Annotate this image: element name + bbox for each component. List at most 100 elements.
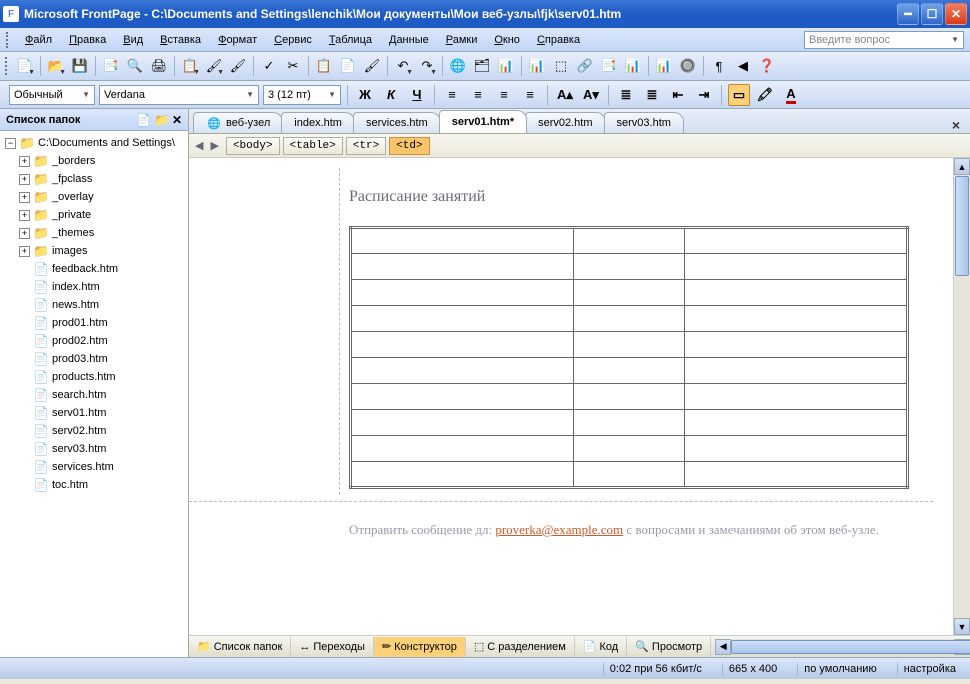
tree-file-products-htm[interactable]: 📄products.htm xyxy=(2,368,186,386)
tree-file-index-htm[interactable]: 📄index.htm xyxy=(2,278,186,296)
toolbar-button-28[interactable]: ❓ xyxy=(756,55,778,77)
toolbar-button-1[interactable]: 📂▼ xyxy=(45,55,67,77)
tree-file-search-htm[interactable]: 📄search.htm xyxy=(2,386,186,404)
menu-справка[interactable]: Справка xyxy=(530,31,587,49)
toolbar-button-27[interactable]: ◀ xyxy=(732,55,754,77)
table-cell[interactable] xyxy=(351,332,574,358)
scroll-left-icon[interactable]: ◀ xyxy=(715,639,731,655)
table-cell[interactable] xyxy=(351,410,574,436)
table-row[interactable] xyxy=(351,280,908,306)
toolbar-button-9[interactable]: ✓ xyxy=(258,55,280,77)
table-cell[interactable] xyxy=(351,384,574,410)
style-combo[interactable]: Обычный▼ xyxy=(9,85,95,105)
scroll-thumb[interactable] xyxy=(955,176,969,276)
scroll-down-icon[interactable]: ▼ xyxy=(954,618,970,635)
toolbar-button-12[interactable]: 📄 xyxy=(337,55,359,77)
table-cell[interactable] xyxy=(573,228,684,254)
table-row[interactable] xyxy=(351,254,908,280)
menu-правка[interactable]: Правка xyxy=(62,31,113,49)
toolbar-handle[interactable] xyxy=(6,32,11,48)
table-row[interactable] xyxy=(351,436,908,462)
doc-tab-serv01htm[interactable]: serv01.htm* xyxy=(439,110,527,133)
menu-окно[interactable]: Окно xyxy=(487,31,527,49)
align-right-button[interactable]: ≡ xyxy=(493,84,515,106)
highlight-button[interactable]: 🖍 xyxy=(754,84,776,106)
expander-icon[interactable]: − xyxy=(5,138,16,149)
doc-tab-веб-узел[interactable]: 🌐веб-узел xyxy=(193,112,283,133)
tree-folder-_borders[interactable]: +📁_borders xyxy=(2,152,186,170)
toolbar-button-2[interactable]: 💾 xyxy=(69,55,91,77)
toolbar-handle[interactable] xyxy=(5,57,9,75)
close-tab-icon[interactable]: × xyxy=(946,117,966,133)
new-folder-icon[interactable]: 📁 xyxy=(154,113,169,127)
toolbar-button-13[interactable]: 🖌 xyxy=(361,55,383,77)
table-row[interactable] xyxy=(351,358,908,384)
view-tab-Переходы[interactable]: ↔Переходы xyxy=(291,637,374,657)
table-cell[interactable] xyxy=(685,280,908,306)
decrease-indent-button[interactable]: ⇤ xyxy=(667,84,689,106)
toolbar-button-17[interactable]: 🗂 xyxy=(471,55,493,77)
expander-icon[interactable]: + xyxy=(19,246,30,257)
view-tab-Просмотр[interactable]: 🔍Просмотр xyxy=(627,637,711,657)
expander-icon[interactable]: + xyxy=(19,210,30,221)
table-cell[interactable] xyxy=(351,254,574,280)
toolbar-button-5[interactable]: 🖨 xyxy=(148,55,170,77)
tree-file-prod01-htm[interactable]: 📄prod01.htm xyxy=(2,314,186,332)
table-cell[interactable] xyxy=(573,306,684,332)
breadcrumb-next-icon[interactable]: ▶ xyxy=(210,139,218,152)
breadcrumb-table[interactable]: <table> xyxy=(283,137,343,155)
table-cell[interactable] xyxy=(573,254,684,280)
tree-folder-images[interactable]: +📁images xyxy=(2,242,186,260)
toolbar-button-19[interactable]: 📊 xyxy=(526,55,548,77)
toolbar-button-7[interactable]: 🖌▼ xyxy=(203,55,225,77)
toolbar-button-18[interactable]: 📊 xyxy=(495,55,517,77)
bold-button[interactable]: Ж xyxy=(354,84,376,106)
toolbar-button-10[interactable]: ✂ xyxy=(282,55,304,77)
increase-font-button[interactable]: A▴ xyxy=(554,84,576,106)
table-cell[interactable] xyxy=(351,462,574,488)
toolbar-button-8[interactable]: 🖌 xyxy=(227,55,249,77)
scroll-up-icon[interactable]: ▲ xyxy=(954,158,970,175)
email-link[interactable]: proverka@example.com xyxy=(495,522,623,537)
table-cell[interactable] xyxy=(685,306,908,332)
numbered-list-button[interactable]: ≣ xyxy=(615,84,637,106)
tree-file-toc-htm[interactable]: 📄toc.htm xyxy=(2,476,186,494)
breadcrumb-td[interactable]: <td> xyxy=(389,137,429,155)
table-cell[interactable] xyxy=(685,358,908,384)
tree-folder-_overlay[interactable]: +📁_overlay xyxy=(2,188,186,206)
expander-icon[interactable]: + xyxy=(19,192,30,203)
toolbar-button-16[interactable]: 🌐 xyxy=(447,55,469,77)
table-cell[interactable] xyxy=(351,280,574,306)
breadcrumb-tr[interactable]: <tr> xyxy=(346,137,386,155)
table-cell[interactable] xyxy=(685,436,908,462)
table-row[interactable] xyxy=(351,410,908,436)
table-cell[interactable] xyxy=(573,280,684,306)
tree-folder-_private[interactable]: +📁_private xyxy=(2,206,186,224)
toolbar-button-4[interactable]: 🔍 xyxy=(124,55,146,77)
table-cell[interactable] xyxy=(351,436,574,462)
expander-icon[interactable]: + xyxy=(19,228,30,239)
breadcrumb-prev-icon[interactable]: ◀ xyxy=(195,139,203,152)
new-page-icon[interactable]: 📄 xyxy=(136,113,151,127)
font-size-combo[interactable]: 3 (12 пт)▼ xyxy=(263,85,341,105)
vertical-scrollbar[interactable]: ▲ ▼ xyxy=(953,158,970,635)
menu-таблица[interactable]: Таблица xyxy=(322,31,379,49)
justify-button[interactable]: ≡ xyxy=(519,84,541,106)
table-row[interactable] xyxy=(351,306,908,332)
breadcrumb-body[interactable]: <body> xyxy=(226,137,280,155)
minimize-button[interactable]: ━ xyxy=(897,3,919,25)
toolbar-button-15[interactable]: ↷▼ xyxy=(416,55,438,77)
table-cell[interactable] xyxy=(573,462,684,488)
tree-file-services-htm[interactable]: 📄services.htm xyxy=(2,458,186,476)
tree-file-feedback-htm[interactable]: 📄feedback.htm xyxy=(2,260,186,278)
view-tab-Код[interactable]: 📄Код xyxy=(575,637,627,657)
editor-canvas[interactable]: Расписание занятий Отправить сообщение д… xyxy=(189,158,953,635)
table-row[interactable] xyxy=(351,228,908,254)
tree-folder-_fpclass[interactable]: +📁_fpclass xyxy=(2,170,186,188)
schedule-table[interactable] xyxy=(349,226,909,489)
folder-tree[interactable]: −📁C:\Documents and Settings\+📁_borders+📁… xyxy=(0,131,188,657)
table-cell[interactable] xyxy=(573,332,684,358)
toolbar-button-20[interactable]: ⬚ xyxy=(550,55,572,77)
tree-file-serv02-htm[interactable]: 📄serv02.htm xyxy=(2,422,186,440)
menu-данные[interactable]: Данные xyxy=(382,31,436,49)
